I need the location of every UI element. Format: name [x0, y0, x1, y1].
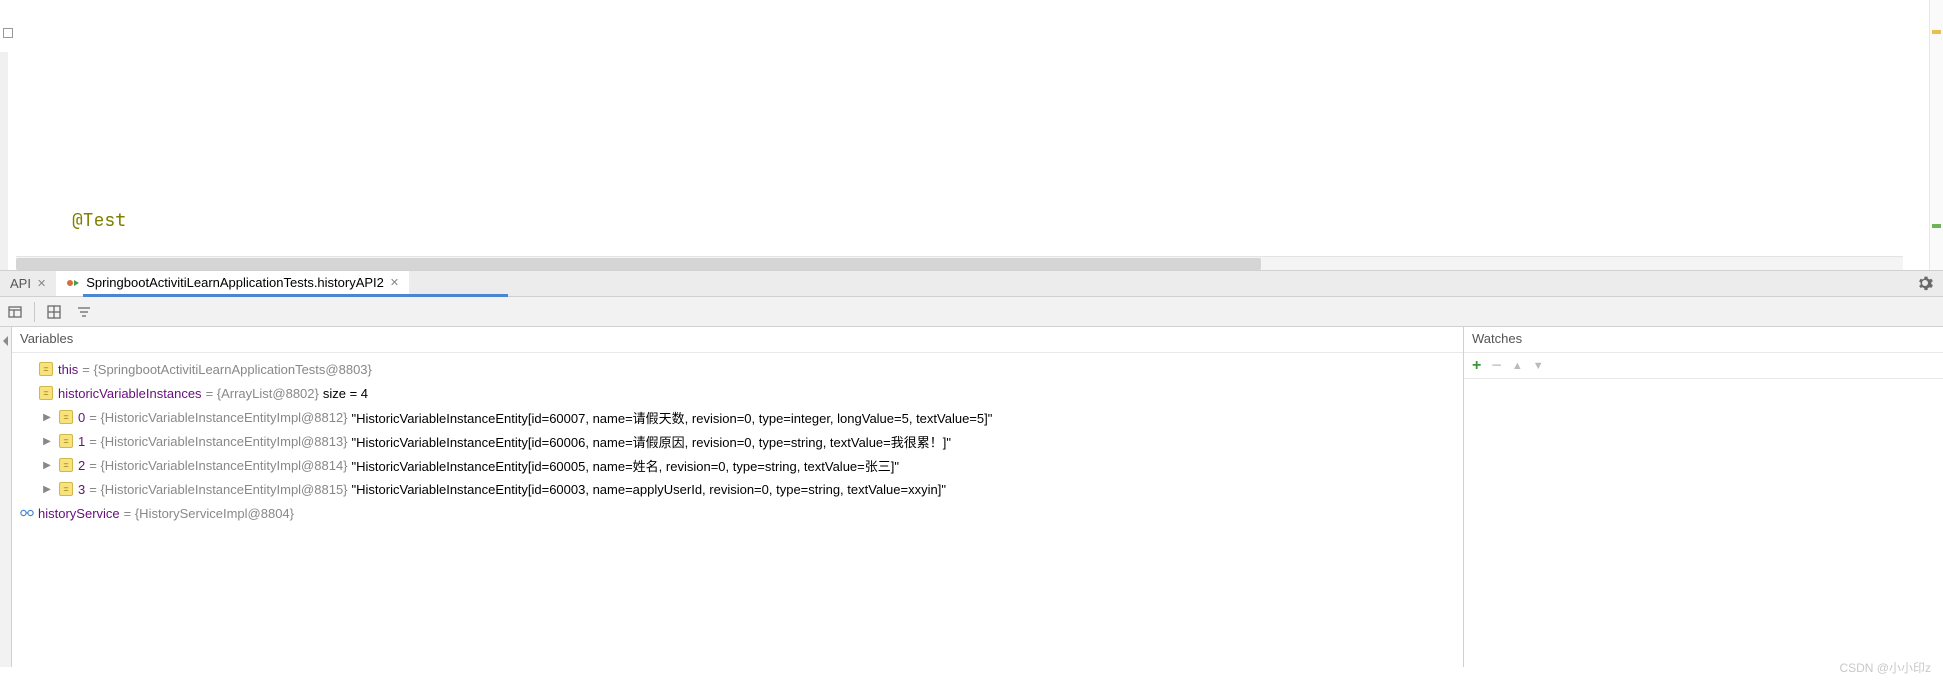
debug-body: Variables this = {SpringbootActivitiLear… [0, 327, 1943, 667]
frames-gutter [0, 327, 12, 667]
list-item[interactable]: ▶ 1 = {HistoricVariableInstanceEntityImp… [16, 429, 1459, 453]
var-value: = {ArrayList@8802} [206, 386, 319, 401]
var-string: "HistoricVariableInstanceEntity[id=60007… [352, 408, 993, 427]
list-item[interactable]: ▶ 0 = {HistoricVariableInstanceEntityImp… [16, 405, 1459, 429]
list-item[interactable]: ▶ 3 = {HistoricVariableInstanceEntityImp… [16, 477, 1459, 501]
field-icon [38, 385, 54, 401]
field-icon [58, 409, 74, 425]
expand-chevron-icon[interactable]: ▶ [40, 484, 54, 495]
editor-gutter [0, 52, 8, 270]
watermark: CSDN @小小印z [1839, 659, 1931, 676]
annotation: @Test [72, 208, 126, 234]
ok-marker [1932, 224, 1941, 228]
tab-label: SpringbootActivitiLearnApplicationTests.… [86, 275, 384, 290]
debug-toolbar [0, 297, 1943, 327]
watch-icon [20, 508, 34, 518]
scrollbar-thumb[interactable] [16, 258, 1261, 270]
expand-chevron-icon[interactable]: ▶ [40, 460, 54, 471]
var-historic-variable-instances[interactable]: historicVariableInstances = {ArrayList@8… [16, 381, 1459, 405]
var-this[interactable]: this = {SpringbootActivitiLearnApplicati… [16, 357, 1459, 381]
watches-toolbar: + − ▲ ▼ [1464, 353, 1943, 379]
var-value: = {SpringbootActivitiLearnApplicationTes… [82, 362, 372, 377]
variables-header: Variables [12, 327, 1463, 353]
watches-panel: Watches + − ▲ ▼ [1463, 327, 1943, 667]
var-index: 2 [78, 458, 85, 473]
var-index: 0 [78, 410, 85, 425]
list-item[interactable]: ▶ 2 = {HistoricVariableInstanceEntityImp… [16, 453, 1459, 477]
field-icon [58, 433, 74, 449]
gear-icon[interactable] [1917, 275, 1933, 294]
debug-tabs: API ✕ SpringbootActivitiLearnApplication… [0, 271, 1943, 297]
var-size: size = 4 [323, 386, 368, 401]
variables-tree[interactable]: this = {SpringbootActivitiLearnApplicati… [12, 353, 1463, 529]
marker-bar [1929, 0, 1943, 270]
field-icon [58, 481, 74, 497]
grid-icon[interactable] [43, 301, 65, 323]
var-index: 3 [78, 482, 85, 497]
restore-layout-icon[interactable] [4, 301, 26, 323]
collapse-icon[interactable] [2, 335, 10, 350]
field-icon [58, 457, 74, 473]
move-down-icon[interactable]: ▼ [1533, 360, 1544, 372]
var-string: "HistoricVariableInstanceEntity[id=60006… [352, 432, 951, 451]
add-watch-icon[interactable]: + [1472, 357, 1481, 375]
var-name: historicVariableInstances [58, 386, 202, 401]
var-name: this [58, 362, 78, 377]
filter-icon[interactable] [73, 301, 95, 323]
variables-panel: Variables this = {SpringbootActivitiLear… [12, 327, 1463, 667]
expand-chevron-icon[interactable]: ▶ [40, 412, 54, 423]
active-tab-underline [83, 294, 508, 297]
code-editor[interactable]: @Test void historyAPI2() { List<Historic… [0, 0, 1943, 270]
var-value: = {HistoryServiceImpl@8804} [124, 506, 294, 521]
warning-marker [1932, 30, 1941, 34]
code-lines: @Test void historyAPI2() { List<Historic… [0, 156, 1943, 270]
separator [34, 302, 35, 322]
fold-handle[interactable] [3, 28, 13, 38]
tab-label: API [10, 276, 31, 291]
field-icon [38, 361, 54, 377]
var-string: "HistoricVariableInstanceEntity[id=60005… [352, 456, 899, 475]
tab-api[interactable]: API ✕ [0, 271, 56, 296]
var-index: 1 [78, 434, 85, 449]
close-icon[interactable]: ✕ [390, 276, 399, 289]
var-type: = {HistoricVariableInstanceEntityImpl@88… [89, 458, 347, 473]
remove-watch-icon[interactable]: − [1491, 355, 1502, 376]
close-icon[interactable]: ✕ [37, 277, 46, 290]
tab-main[interactable]: SpringbootActivitiLearnApplicationTests.… [56, 271, 409, 296]
code-line: @Test [16, 208, 1943, 234]
var-name: historyService [38, 506, 120, 521]
var-type: = {HistoricVariableInstanceEntityImpl@88… [89, 434, 347, 449]
watches-header: Watches [1464, 327, 1943, 353]
move-up-icon[interactable]: ▲ [1512, 360, 1523, 372]
debug-panel: API ✕ SpringbootActivitiLearnApplication… [0, 270, 1943, 667]
var-string: "HistoricVariableInstanceEntity[id=60003… [352, 482, 946, 497]
var-type: = {HistoricVariableInstanceEntityImpl@88… [89, 482, 347, 497]
run-icon [66, 276, 80, 290]
horizontal-scrollbar[interactable] [16, 256, 1903, 270]
var-history-service[interactable]: historyService = {HistoryServiceImpl@880… [16, 501, 1459, 525]
expand-chevron-icon[interactable]: ▶ [40, 436, 54, 447]
var-type: = {HistoricVariableInstanceEntityImpl@88… [89, 410, 347, 425]
